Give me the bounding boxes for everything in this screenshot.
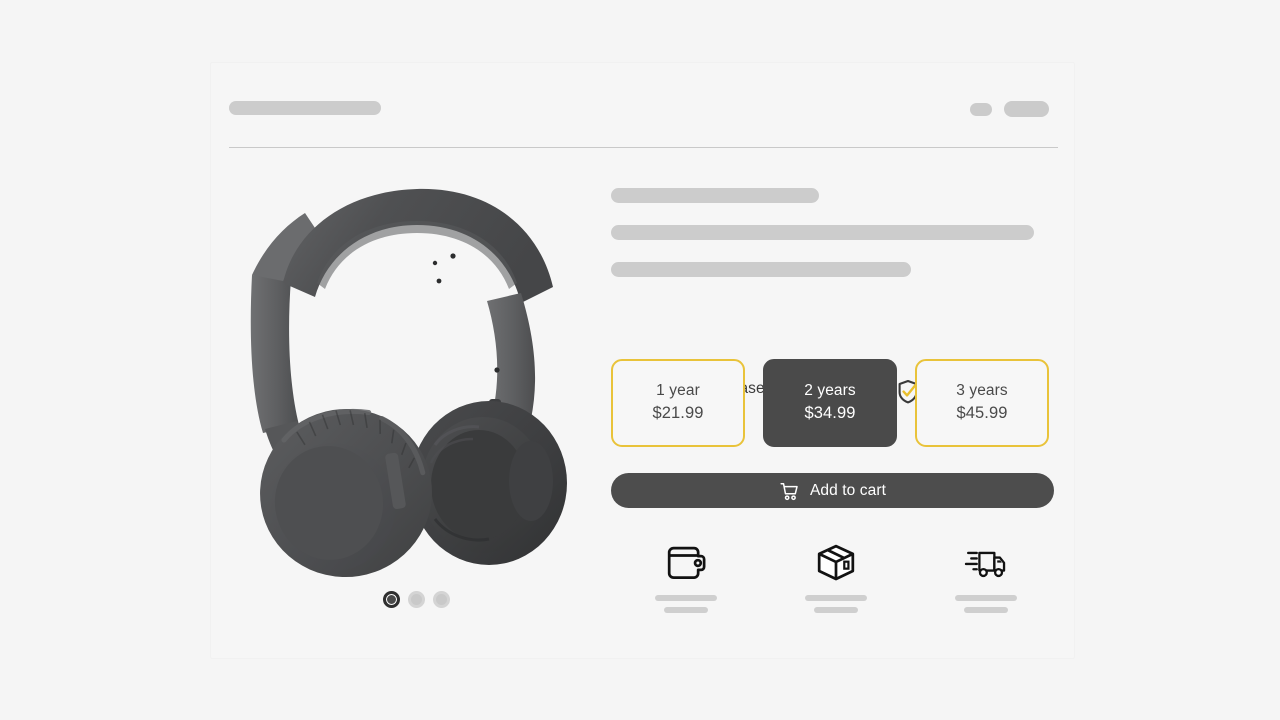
product-desc-placeholder-2 xyxy=(611,262,911,277)
feature-packaging xyxy=(761,543,911,613)
feature-text-placeholder xyxy=(955,595,1017,613)
coverage-plan-options: 1 year $21.99 2 years $34.99 3 years $45… xyxy=(611,359,1049,447)
gallery-dot-1[interactable] xyxy=(382,591,400,608)
wallet-icon xyxy=(664,543,708,583)
plan-duration: 2 years xyxy=(804,382,856,400)
plan-option-2-years[interactable]: 2 years $34.99 xyxy=(763,359,897,447)
product-page: Protect your purchase with anycover . 1 … xyxy=(0,0,1280,720)
feature-line-2 xyxy=(814,607,858,613)
plan-duration: 1 year xyxy=(656,382,700,400)
gallery-dot-2[interactable] xyxy=(407,591,425,608)
product-image[interactable] xyxy=(221,163,611,583)
product-details-placeholder xyxy=(611,188,1061,277)
header-dot-placeholder[interactable] xyxy=(970,103,992,116)
feature-line-2 xyxy=(664,607,708,613)
feature-row xyxy=(611,543,1061,613)
header-divider xyxy=(229,147,1058,148)
plan-price: $21.99 xyxy=(652,404,704,423)
delivery-truck-icon xyxy=(964,543,1008,583)
feature-text-placeholder xyxy=(655,595,717,613)
feature-line-2 xyxy=(964,607,1008,613)
feature-line-1 xyxy=(955,595,1017,601)
product-title-placeholder xyxy=(611,188,819,203)
feature-delivery xyxy=(911,543,1061,613)
feature-line-1 xyxy=(805,595,867,601)
card-header xyxy=(211,63,1076,153)
shopping-cart-icon xyxy=(779,481,800,502)
feature-text-placeholder xyxy=(805,595,867,613)
add-to-cart-label: Add to cart xyxy=(809,481,887,499)
plan-duration: 3 years xyxy=(956,382,1008,400)
header-pill-placeholder[interactable] xyxy=(1004,101,1049,117)
package-icon xyxy=(814,543,858,583)
gallery-dots xyxy=(221,591,611,608)
product-desc-placeholder-1 xyxy=(611,225,1034,240)
product-card: Protect your purchase with anycover . 1 … xyxy=(210,62,1075,659)
plan-price: $45.99 xyxy=(956,404,1008,423)
add-to-cart-button[interactable]: Add to cart xyxy=(611,473,1054,508)
gallery-dot-3[interactable] xyxy=(432,591,450,608)
plan-price: $34.99 xyxy=(804,404,856,423)
plan-option-1-year[interactable]: 1 year $21.99 xyxy=(611,359,745,447)
plan-option-3-years[interactable]: 3 years $45.99 xyxy=(915,359,1049,447)
header-title-placeholder xyxy=(229,101,381,115)
product-gallery xyxy=(221,163,611,633)
feature-payment xyxy=(611,543,761,613)
feature-line-1 xyxy=(655,595,717,601)
